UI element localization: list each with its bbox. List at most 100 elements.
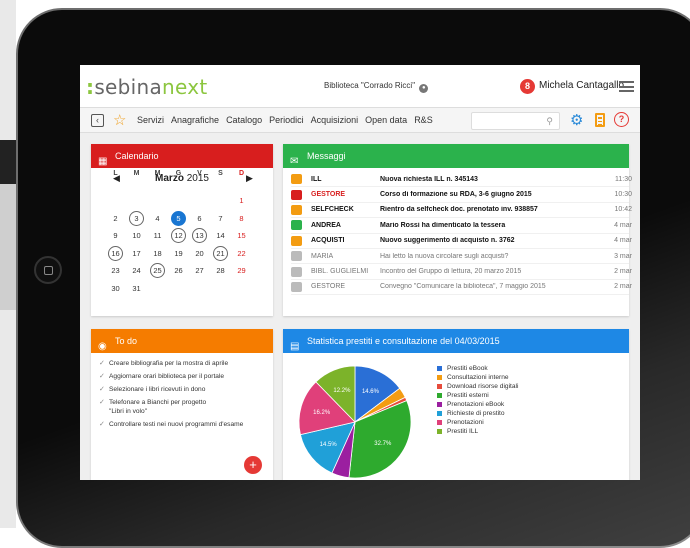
todo-item[interactable]: ✓ Telefonare a Bianchi per progetto "Libr…: [99, 398, 273, 416]
menu-item-acquisizioni[interactable]: Acquisizioni: [311, 115, 359, 125]
calendar-day[interactable]: 9: [105, 227, 126, 244]
menu-item-servizi[interactable]: Servizi: [137, 115, 164, 125]
mail-icon: ✉: [290, 156, 299, 167]
library-settings-icon[interactable]: ●: [419, 84, 429, 93]
calendar-day[interactable]: 18: [147, 245, 168, 262]
calendar-day[interactable]: 7: [210, 210, 231, 227]
weekday-label: L: [113, 170, 118, 177]
legend-item[interactable]: Prestiti ILL: [437, 427, 518, 436]
search-icon[interactable]: ⚲: [546, 116, 553, 127]
message-row[interactable]: ACQUISTI Nuovo suggerimento di acquisto n…: [291, 234, 632, 249]
calendar-empty: [126, 192, 147, 209]
calendar-day[interactable]: 23: [105, 262, 126, 279]
message-row[interactable]: ANDREA Mario Rossi ha dimenticato la tess…: [291, 218, 632, 234]
main-menu: Servizi Anagrafiche Catalogo Periodici A…: [137, 115, 433, 125]
message-row[interactable]: BIBL. GUGLIELMI Incontro del Gruppo di le…: [291, 264, 632, 280]
search-input[interactable]: ⚲: [471, 112, 560, 130]
checkmark-icon[interactable]: ✓: [99, 398, 109, 416]
calendar-day[interactable]: 26: [168, 262, 189, 279]
message-row[interactable]: SELFCHECK Rientro da selfcheck doc. preno…: [291, 203, 632, 219]
calendar-day[interactable]: 2: [105, 210, 126, 227]
todo-text: Controllare testi nei nuovi programmi d'…: [109, 421, 244, 428]
calendar-day[interactable]: 12: [168, 227, 189, 244]
library-selector[interactable]: Biblioteca "Corrado Ricci" ●: [324, 81, 429, 93]
menu-item-anagrafiche[interactable]: Anagrafiche: [171, 115, 219, 125]
calendar-day[interactable]: 29: [231, 262, 252, 279]
menu-item-rs[interactable]: R&S: [414, 115, 433, 125]
checkmark-icon[interactable]: ✓: [99, 420, 109, 429]
sebina-next-logo[interactable]: :sebinanext: [86, 75, 208, 99]
checkmark-icon[interactable]: ✓: [99, 372, 109, 381]
day-number: 6: [197, 213, 202, 223]
help-icon[interactable]: ?: [614, 112, 629, 127]
calendar-day[interactable]: 20: [189, 245, 210, 262]
todo-item[interactable]: ✓ Creare bibliografia per la mostra di ap…: [99, 359, 273, 368]
calendar-day[interactable]: 10: [126, 227, 147, 244]
message-time: 4 mar: [614, 237, 632, 245]
todo-item[interactable]: ✓ Selezionare i libri ricevuti in dono: [99, 385, 273, 394]
message-time: 2 mar: [614, 283, 632, 291]
document-icon[interactable]: [595, 113, 605, 127]
calendar-day[interactable]: 19: [168, 245, 189, 262]
checkmark-icon[interactable]: ✓: [99, 359, 109, 368]
legend-item[interactable]: Prenotazioni: [437, 418, 518, 427]
message-row[interactable]: MARIA Hai letto la nuova circolare sugli …: [291, 249, 632, 265]
message-text: Convegno "Comunicare la biblioteca", 7 m…: [380, 283, 546, 291]
calendar-day[interactable]: 6: [189, 210, 210, 227]
calendar-day[interactable]: 11: [147, 227, 168, 244]
legend-label: Prenotazioni eBook: [447, 401, 505, 408]
favorites-star-icon[interactable]: ☆: [113, 111, 126, 129]
day-number: 5: [176, 213, 181, 223]
todo-item[interactable]: ✓ Controllare testi nei nuovi programmi d…: [99, 420, 273, 429]
settings-gear-icon[interactable]: ⚙: [570, 111, 583, 129]
notification-badge[interactable]: 8: [520, 79, 535, 94]
calendar-day[interactable]: 28: [210, 262, 231, 279]
menu-item-catalogo[interactable]: Catalogo: [226, 115, 262, 125]
messages-panel: ✉ Messaggi ILL Nuova richiesta ILL n. 345…: [283, 144, 632, 316]
message-row[interactable]: GESTORE Corso di formazione su RDA, 3-6 g…: [291, 187, 632, 203]
calendar-empty: [168, 280, 189, 297]
calendar-week: 234 5 6 7 8: [105, 210, 267, 228]
legend-item[interactable]: Consultazioni interne: [437, 373, 518, 382]
calendar-day[interactable]: 1: [231, 192, 252, 209]
calendar-day[interactable]: 17: [126, 245, 147, 262]
legend-item[interactable]: Richieste di prestito: [437, 409, 518, 418]
menu-item-periodici[interactable]: Periodici: [269, 115, 304, 125]
calendar-day[interactable]: 4: [147, 210, 168, 227]
todo-item[interactable]: ✓ Aggiornare orari biblioteca per il port…: [99, 372, 273, 381]
message-row[interactable]: GESTORE Convegno "Comunicare la bibliotec…: [291, 280, 632, 296]
legend-item[interactable]: Prestiti eBook: [437, 364, 518, 373]
calendar-day[interactable]: 15: [231, 227, 252, 244]
left-window-edge: [0, 0, 16, 528]
calendar-day[interactable]: 13: [189, 227, 210, 244]
message-row[interactable]: ILL Nuova richiesta ILL n. 345143 11:30: [291, 172, 632, 188]
pin-icon: [291, 266, 302, 277]
calendar-day[interactable]: 8: [231, 210, 252, 227]
calendar-day[interactable]: 31: [126, 280, 147, 297]
user-name[interactable]: Michela Cantagallo: [539, 80, 624, 91]
pin-icon: [291, 189, 302, 200]
legend-item[interactable]: Download risorse digitali: [437, 382, 518, 391]
calendar-day[interactable]: 5: [168, 210, 189, 227]
calendar-day[interactable]: 30: [105, 280, 126, 297]
day-number: 31: [132, 283, 141, 293]
calendar-day[interactable]: 3: [126, 210, 147, 227]
todo-text: Aggiornare orari biblioteca per il porta…: [109, 373, 225, 380]
back-icon[interactable]: ‹: [91, 114, 104, 127]
legend-item[interactable]: Prenotazioni eBook: [437, 400, 518, 409]
calendar-day[interactable]: 22: [231, 245, 252, 262]
home-button[interactable]: [34, 256, 62, 284]
mail-icon: [291, 220, 302, 231]
checkmark-icon[interactable]: ✓: [99, 385, 109, 394]
calendar-day[interactable]: 14: [210, 227, 231, 244]
calendar-day[interactable]: 27: [189, 262, 210, 279]
menu-item-open-data[interactable]: Open data: [365, 115, 407, 125]
add-todo-button[interactable]: +: [244, 456, 262, 474]
calendar-day[interactable]: 21: [210, 245, 231, 262]
pie-data-label: 14.6%: [362, 389, 380, 395]
legend-item[interactable]: Prestiti esterni: [437, 391, 518, 400]
calendar-day[interactable]: 16: [105, 245, 126, 262]
calendar-day[interactable]: 25: [147, 262, 168, 279]
calendar-day[interactable]: 24: [126, 262, 147, 279]
hamburger-menu-icon[interactable]: [619, 81, 634, 92]
